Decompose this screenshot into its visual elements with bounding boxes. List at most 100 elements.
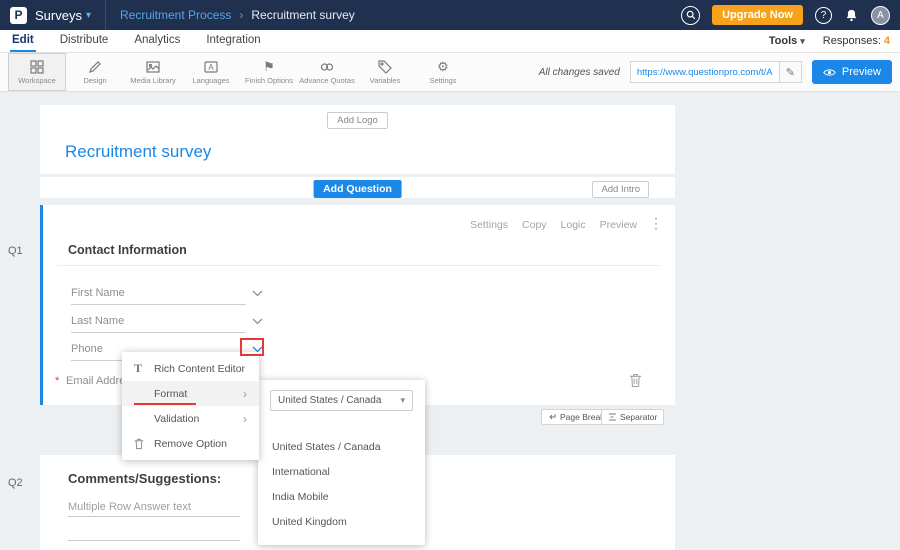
required-asterisk: * — [55, 375, 59, 387]
page-break-icon — [548, 413, 556, 421]
breadcrumb-recruitment-process[interactable]: Recruitment Process — [120, 8, 231, 22]
question-title[interactable]: Comments/Suggestions: — [68, 471, 221, 486]
rich-text-icon: T — [134, 361, 145, 376]
field-label: First Name — [71, 287, 125, 299]
format-option-india-mobile[interactable]: India Mobile — [258, 484, 425, 509]
toolbar-item-advance-quotas[interactable]: Advance Quotas — [298, 53, 356, 91]
multirow-answer-field-2[interactable] — [68, 527, 240, 541]
user-avatar[interactable]: A — [871, 6, 890, 25]
toolbar-item-media-library[interactable]: Media Library — [124, 53, 182, 91]
kebab-menu-icon[interactable]: ⋮ — [649, 215, 663, 232]
survey-title[interactable]: Recruitment survey — [65, 142, 675, 162]
edit-url-pencil-icon[interactable]: ✎ — [779, 62, 801, 82]
caret-down-icon: ▾ — [86, 10, 91, 21]
field-options-chevron-icon[interactable] — [252, 318, 263, 325]
preview-button[interactable]: Preview — [812, 60, 892, 84]
topbar-divider — [105, 0, 106, 30]
notifications-bell-icon[interactable] — [844, 8, 859, 23]
field-label: Phone — [71, 343, 103, 355]
caret-down-icon: ▾ — [800, 36, 805, 47]
survey-url-input[interactable] — [631, 67, 779, 78]
answer-placeholder: Multiple Row Answer text — [68, 501, 191, 513]
multirow-answer-field[interactable]: Multiple Row Answer text — [68, 499, 240, 517]
format-option-united-kingdom[interactable]: United Kingdom — [258, 509, 425, 534]
svg-text:A: A — [208, 63, 214, 72]
format-option-international[interactable]: International — [258, 459, 425, 484]
menu-item-remove-option[interactable]: Remove Option — [122, 431, 259, 456]
responses-count: 4 — [884, 35, 890, 47]
tab-analytics[interactable]: Analytics — [132, 30, 182, 52]
nav-tabs: Edit Distribute Analytics Integration — [10, 30, 285, 52]
upgrade-now-button[interactable]: Upgrade Now — [712, 5, 803, 25]
format-option-us-canada[interactable]: United States / Canada — [258, 434, 425, 459]
workspace-grid-icon — [30, 60, 44, 74]
responses-label: Responses: — [823, 35, 881, 47]
surveys-menu[interactable]: Surveys ▾ — [35, 8, 91, 23]
breadcrumb-current: Recruitment survey — [251, 8, 354, 22]
field-options-chevron-icon[interactable] — [252, 290, 263, 297]
search-button[interactable] — [681, 6, 700, 25]
eye-icon — [823, 68, 836, 77]
help-button[interactable]: ? — [815, 7, 832, 24]
annotation-red-underline — [134, 403, 196, 405]
separator-label: Separator — [620, 412, 657, 422]
question-preview-link[interactable]: Preview — [600, 219, 637, 231]
toolbar-item-languages[interactable]: A Languages — [182, 53, 240, 91]
question-divider — [57, 265, 661, 266]
toolbar-item-design[interactable]: Design — [66, 53, 124, 91]
design-pen-icon — [88, 60, 102, 74]
finish-flag-icon: ⚑ — [263, 60, 275, 74]
survey-editor-canvas: Q1 Q2 Add Logo Recruitment survey Add Qu… — [0, 92, 900, 550]
add-question-button[interactable]: Add Question — [313, 180, 402, 198]
question-settings-link[interactable]: Settings — [470, 219, 508, 231]
toolbar-item-finish-options[interactable]: ⚑ Finish Options — [240, 53, 298, 91]
annotation-red-box — [240, 338, 264, 356]
questionpro-logo[interactable]: P — [10, 7, 27, 24]
contact-field-first-name: First Name — [71, 285, 246, 305]
format-options-list: United States / Canada International Ind… — [258, 434, 425, 534]
format-submenu-panel: United States / Canada ▾ United States /… — [258, 380, 425, 545]
menu-item-label: Validation — [154, 413, 199, 425]
toolbar-item-variables[interactable]: Variables — [356, 53, 414, 91]
field-label: Last Name — [71, 315, 124, 327]
quotas-links-icon — [320, 60, 334, 74]
question-title[interactable]: Contact Information — [68, 243, 187, 257]
page-break-label: Page Break — [560, 412, 604, 422]
menu-item-label: Remove Option — [154, 438, 227, 450]
preview-label: Preview — [842, 66, 881, 78]
tab-integration[interactable]: Integration — [204, 30, 262, 52]
menu-item-format[interactable]: Format › — [122, 381, 259, 406]
responses-indicator[interactable]: Responses:4 — [823, 35, 890, 47]
breadcrumb: Recruitment Process › Recruitment survey — [120, 8, 355, 22]
add-intro-button[interactable]: Add Intro — [592, 181, 649, 198]
tab-distribute[interactable]: Distribute — [58, 30, 111, 52]
trash-icon — [134, 438, 145, 450]
search-icon — [686, 10, 696, 20]
survey-url-box: ✎ — [630, 61, 802, 83]
logo-row: Add Logo — [40, 105, 675, 129]
navbar: Edit Distribute Analytics Integration To… — [0, 30, 900, 53]
field-options-context-menu: T Rich Content Editor Format › Validatio… — [122, 352, 259, 460]
selected-format-value: United States / Canada — [278, 395, 381, 406]
toolbar-item-label: Design — [83, 76, 106, 85]
topbar-left: P Surveys ▾ Recruitment Process › Recrui… — [10, 0, 355, 30]
separator-button[interactable]: Separator — [601, 409, 664, 425]
breadcrumb-separator-icon: › — [239, 8, 243, 22]
toolbar-item-label: Variables — [370, 76, 401, 85]
menu-item-rich-content-editor[interactable]: T Rich Content Editor — [122, 356, 259, 381]
menu-item-validation[interactable]: Validation › — [122, 406, 259, 431]
nav-right: Tools ▾ Responses:4 — [769, 35, 890, 47]
tab-edit[interactable]: Edit — [10, 30, 36, 52]
toolbar-item-workspace[interactable]: Workspace — [8, 53, 66, 91]
delete-question-trash-icon[interactable] — [629, 373, 642, 388]
survey-header-card: Add Logo Recruitment survey Add Question… — [40, 105, 675, 198]
menu-item-label: Format — [154, 388, 187, 400]
phone-format-select[interactable]: United States / Canada ▾ — [270, 390, 413, 411]
toolbar-item-settings[interactable]: ⚙ Settings — [414, 53, 472, 91]
question-logic-link[interactable]: Logic — [561, 219, 586, 231]
question-copy-link[interactable]: Copy — [522, 219, 547, 231]
submenu-arrow-icon: › — [243, 412, 247, 426]
tools-menu[interactable]: Tools ▾ — [769, 35, 805, 47]
contact-field-email-label: Email Addre — [66, 375, 125, 387]
add-logo-button[interactable]: Add Logo — [327, 112, 388, 129]
